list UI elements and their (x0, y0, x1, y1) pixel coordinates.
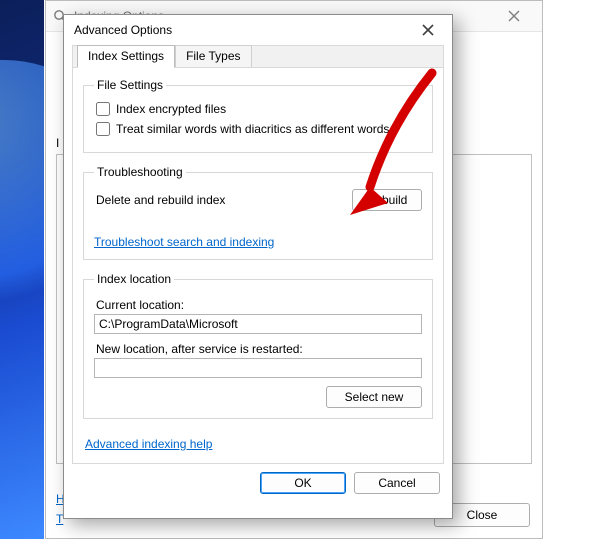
tab-page-index-settings: File Settings Index encrypted files Trea… (72, 68, 444, 464)
current-location-label: Current location: (96, 298, 422, 312)
tab-index-settings[interactable]: Index Settings (77, 45, 175, 68)
delete-rebuild-label: Delete and rebuild index (96, 193, 225, 207)
index-encrypted-label: Index encrypted files (116, 102, 226, 116)
rebuild-button[interactable]: Rebuild (352, 189, 422, 211)
treat-diacritics-checkbox[interactable] (96, 122, 110, 136)
tab-file-types[interactable]: File Types (175, 45, 251, 67)
tab-strip: Index Settings File Types (72, 45, 444, 68)
included-locations-label-partial: I (56, 136, 59, 150)
treat-diacritics-row[interactable]: Treat similar words with diacritics as d… (96, 122, 422, 136)
file-settings-legend: File Settings (94, 78, 166, 92)
advanced-indexing-help-link[interactable]: Advanced indexing help (85, 437, 212, 451)
advanced-titlebar[interactable]: Advanced Options (64, 15, 452, 45)
troubleshoot-search-link[interactable]: Troubleshoot search and indexing (94, 235, 274, 249)
index-location-legend: Index location (94, 272, 174, 286)
indexing-close-icon[interactable] (492, 1, 536, 31)
new-location-label: New location, after service is restarted… (96, 342, 422, 356)
advanced-close-icon[interactable] (414, 16, 442, 44)
treat-diacritics-label: Treat similar words with diacritics as d… (116, 122, 389, 136)
current-location-field[interactable] (94, 314, 422, 334)
cancel-button[interactable]: Cancel (354, 472, 440, 494)
index-location-group: Index location Current location: New loc… (83, 272, 433, 419)
index-encrypted-row[interactable]: Index encrypted files (96, 102, 422, 116)
select-new-button[interactable]: Select new (326, 386, 422, 408)
advanced-options-dialog: Advanced Options Index Settings File Typ… (63, 14, 453, 519)
ok-button[interactable]: OK (260, 472, 346, 494)
desktop-wallpaper-peek (0, 0, 44, 539)
advanced-title: Advanced Options (74, 23, 414, 37)
new-location-field[interactable] (94, 358, 422, 378)
file-settings-group: File Settings Index encrypted files Trea… (83, 78, 433, 153)
troubleshooting-legend: Troubleshooting (94, 165, 186, 179)
dialog-button-row: OK Cancel (64, 472, 452, 504)
index-encrypted-checkbox[interactable] (96, 102, 110, 116)
troubleshooting-group: Troubleshooting Delete and rebuild index… (83, 165, 433, 260)
